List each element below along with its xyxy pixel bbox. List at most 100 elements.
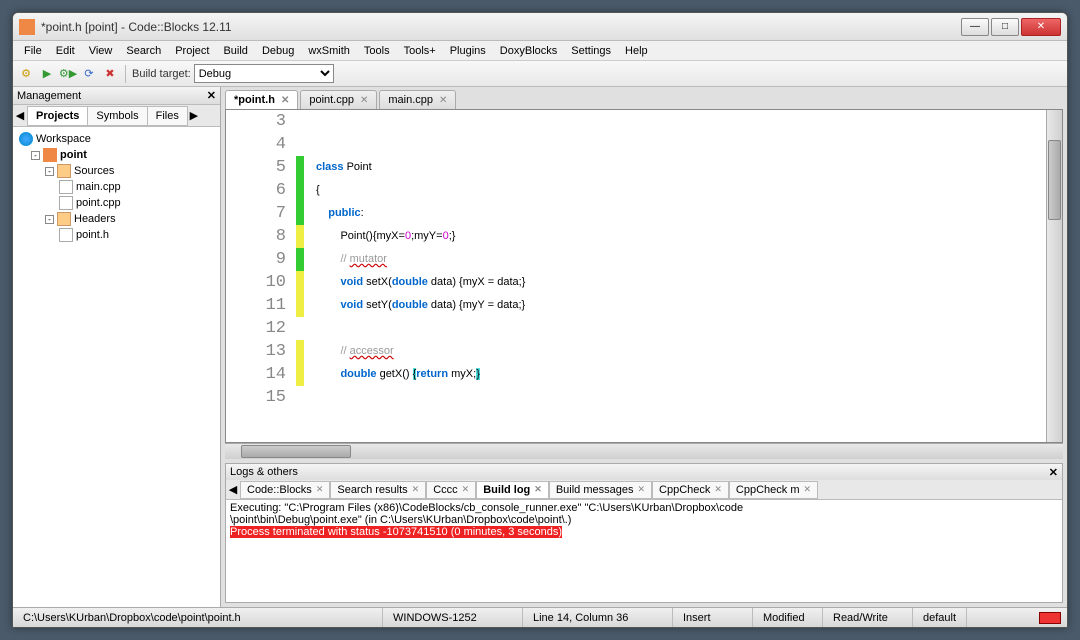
tab-close-icon[interactable]: ✕ [316, 484, 324, 495]
status-mode: Insert [673, 608, 753, 627]
log-tab[interactable]: Cccc✕ [426, 481, 476, 499]
tab-close-icon[interactable]: ✕ [412, 484, 420, 495]
tab-close-icon[interactable]: ✕ [534, 484, 542, 495]
status-modified: Modified [753, 608, 823, 627]
menu-settings[interactable]: Settings [564, 43, 618, 59]
tree-sources[interactable]: -Sources [17, 163, 216, 179]
collapse-icon[interactable]: - [45, 215, 54, 224]
management-panel: Management ✕ ◀ Projects Symbols Files ▶ … [13, 87, 221, 607]
logs-panel: Logs & others ✕ ◀Code::Blocks✕Search res… [225, 463, 1063, 603]
status-path: C:\Users\KUrban\Dropbox\code\point\point… [13, 608, 383, 627]
menu-build[interactable]: Build [216, 43, 254, 59]
logs-tabs: ◀Code::Blocks✕Search results✕Cccc✕Build … [226, 480, 1062, 500]
close-button[interactable]: ✕ [1021, 18, 1061, 36]
log-tab[interactable]: Build log✕ [476, 481, 549, 499]
menu-project[interactable]: Project [168, 43, 216, 59]
management-close-icon[interactable]: ✕ [207, 89, 216, 102]
maximize-button[interactable]: □ [991, 18, 1019, 36]
toolbar: ⚙ ▶ ⚙▶ ⟳ ✖ Build target: Debug [13, 61, 1067, 87]
file-icon [59, 196, 73, 210]
minimize-button[interactable]: — [961, 18, 989, 36]
file-tabs: *point.h✕point.cpp✕main.cpp✕ [221, 87, 1067, 109]
menu-view[interactable]: View [82, 43, 120, 59]
run-icon[interactable]: ▶ [38, 65, 56, 83]
editor-area: *point.h✕point.cpp✕main.cpp✕ 34567891011… [221, 87, 1067, 607]
project-tree: Workspace -point -Sources main.cpp point… [13, 127, 220, 607]
menu-edit[interactable]: Edit [49, 43, 82, 59]
menu-file[interactable]: File [17, 43, 49, 59]
folder-icon [57, 164, 71, 178]
tree-file-main[interactable]: main.cpp [17, 179, 216, 195]
tab-close-icon[interactable]: ✕ [637, 484, 645, 495]
log-tab[interactable]: Code::Blocks✕ [240, 481, 330, 499]
tab-close-icon[interactable]: ✕ [462, 484, 470, 495]
statusbar: C:\Users\KUrban\Dropbox\code\point\point… [13, 607, 1067, 627]
gear-icon[interactable]: ⚙ [17, 65, 35, 83]
vertical-scrollbar[interactable] [1046, 110, 1062, 442]
tree-project[interactable]: -point [17, 147, 216, 163]
scrollbar-thumb[interactable] [241, 445, 351, 458]
rebuild-icon[interactable]: ⟳ [80, 65, 98, 83]
log-tab[interactable]: Build messages✕ [549, 481, 652, 499]
logs-content[interactable]: Executing: "C:\Program Files (x86)\CodeB… [226, 500, 1062, 602]
file-icon [59, 228, 73, 242]
collapse-icon[interactable]: - [31, 151, 40, 160]
log-error: Process terminated with status -10737415… [230, 526, 562, 538]
line-gutter: 3456789101112131415 [226, 110, 296, 442]
tab-scroll-left-icon[interactable]: ◀ [13, 109, 27, 122]
tab-close-icon[interactable]: ✕ [281, 95, 289, 106]
window-buttons: — □ ✕ [961, 18, 1061, 36]
tab-close-icon[interactable]: ✕ [360, 95, 368, 106]
log-tab[interactable]: CppCheck✕ [652, 481, 729, 499]
tab-close-icon[interactable]: ✕ [804, 484, 812, 495]
management-title: Management ✕ [13, 87, 220, 105]
menu-tools+[interactable]: Tools+ [397, 43, 443, 59]
stop-icon[interactable]: ✖ [101, 65, 119, 83]
tree-workspace[interactable]: Workspace [17, 131, 216, 147]
tab-close-icon[interactable]: ✕ [714, 484, 722, 495]
collapse-icon[interactable]: - [45, 167, 54, 176]
menu-tools[interactable]: Tools [357, 43, 397, 59]
window-title: *point.h [point] - Code::Blocks 12.11 [41, 20, 961, 34]
menu-plugins[interactable]: Plugins [443, 43, 493, 59]
tab-symbols[interactable]: Symbols [87, 106, 147, 126]
log-line: Executing: "C:\Program Files (x86)\CodeB… [230, 502, 1058, 514]
log-tab[interactable]: Search results✕ [330, 481, 426, 499]
logs-close-icon[interactable]: ✕ [1049, 466, 1058, 479]
code-editor[interactable]: 3456789101112131415 class Point{ public:… [225, 109, 1063, 443]
scrollbar-thumb[interactable] [1048, 140, 1061, 220]
titlebar: *point.h [point] - Code::Blocks 12.11 — … [13, 13, 1067, 41]
workspace-icon [19, 132, 33, 146]
file-tab[interactable]: *point.h✕ [225, 90, 298, 109]
horizontal-scrollbar[interactable] [225, 443, 1063, 459]
menu-debug[interactable]: Debug [255, 43, 301, 59]
separator [125, 65, 126, 83]
status-profile: default [913, 608, 967, 627]
change-marker [296, 110, 304, 442]
menu-doxyblocks[interactable]: DoxyBlocks [493, 43, 564, 59]
tab-scroll-right-icon[interactable]: ▶ [187, 109, 201, 122]
menu-search[interactable]: Search [119, 43, 168, 59]
tab-projects[interactable]: Projects [27, 106, 88, 126]
project-icon [43, 148, 57, 162]
file-icon [59, 180, 73, 194]
build-run-icon[interactable]: ⚙▶ [59, 65, 77, 83]
app-icon [19, 19, 35, 35]
tree-file-pointcpp[interactable]: point.cpp [17, 195, 216, 211]
status-position: Line 14, Column 36 [523, 608, 673, 627]
tree-file-pointh[interactable]: point.h [17, 227, 216, 243]
build-target-select[interactable]: Debug [194, 64, 334, 83]
tab-close-icon[interactable]: ✕ [439, 95, 447, 106]
code-content[interactable]: class Point{ public: Point(){myX=0;myY=0… [304, 110, 1062, 442]
file-tab[interactable]: point.cpp✕ [300, 90, 377, 109]
logs-title-text: Logs & others [230, 466, 298, 478]
tab-files[interactable]: Files [147, 106, 188, 126]
menu-wxsmith[interactable]: wxSmith [301, 43, 357, 59]
menu-help[interactable]: Help [618, 43, 655, 59]
file-tab[interactable]: main.cpp✕ [379, 90, 456, 109]
tab-scroll-left-icon[interactable]: ◀ [226, 483, 240, 496]
status-rw: Read/Write [823, 608, 913, 627]
log-tab[interactable]: CppCheck m✕ [729, 481, 818, 499]
log-line: \point\bin\Debug\point.exe" (in C:\Users… [230, 514, 1058, 526]
tree-headers[interactable]: -Headers [17, 211, 216, 227]
